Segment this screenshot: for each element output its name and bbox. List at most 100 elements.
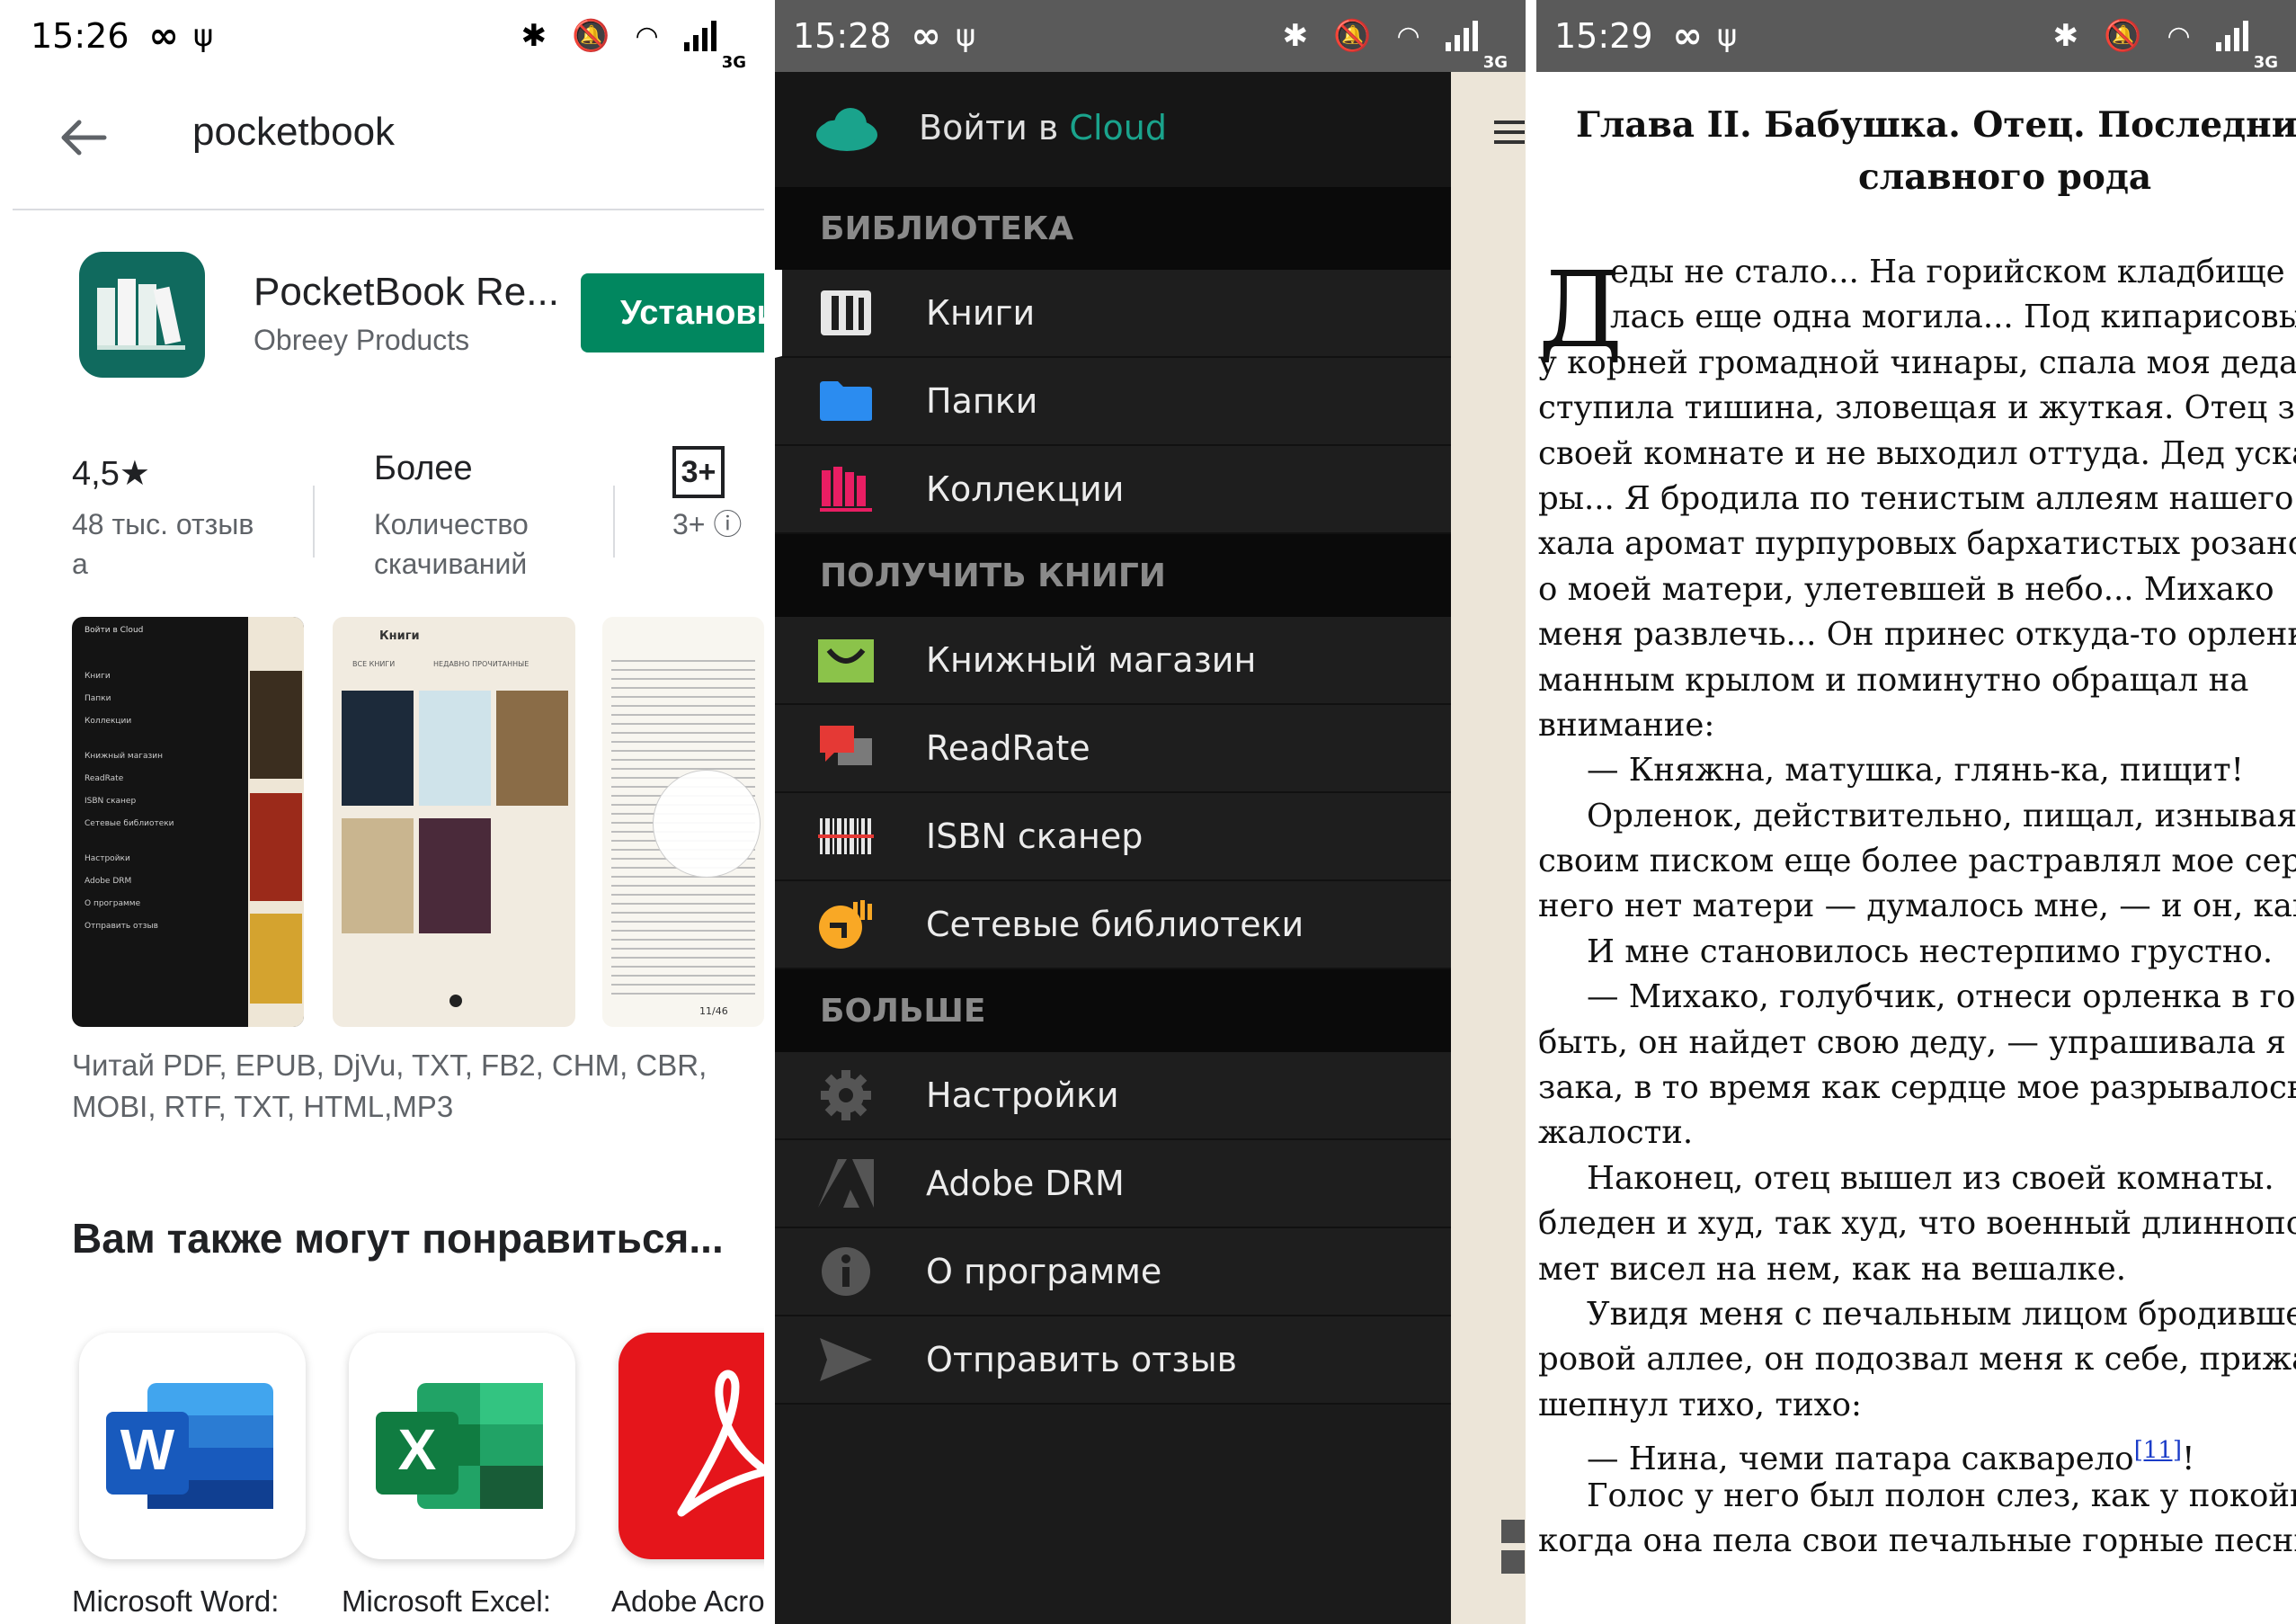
recommendation-label[interactable]: Adobe Acrobat <box>611 1584 764 1619</box>
stat-divider <box>613 486 615 558</box>
books-icon <box>97 279 185 350</box>
menu-item-network-libraries[interactable]: Сетевые библиотеки <box>775 881 1451 969</box>
search-query[interactable]: pocketbook <box>192 110 395 155</box>
text-line: мет висел на нем, как на вешалке. <box>1538 1250 2127 1288</box>
barcode-icon <box>818 818 874 854</box>
text-line: зака, в то время как сердце мое разрывал… <box>1538 1069 2296 1107</box>
scrollbar-handle[interactable] <box>1501 1520 1525 1574</box>
gear-icon <box>821 1070 871 1120</box>
hamburger-menu-icon[interactable] <box>1494 117 1525 147</box>
screenshot-tab: ВСЕ КНИГИ <box>352 660 396 668</box>
screenshot-title: Книги <box>379 629 420 643</box>
downloads-value: Более <box>374 450 473 487</box>
recommendation-label[interactable]: Microsoft Excel: <box>342 1584 551 1619</box>
menu-item-settings[interactable]: Настройки <box>775 1052 1451 1140</box>
footnote-link[interactable]: [11] <box>2134 1437 2182 1464</box>
text-line: меня развлечь... Он принес откуда-то орл… <box>1538 616 2296 654</box>
menu-item-isbn-scanner[interactable]: ISBN сканер <box>775 793 1451 881</box>
menu-item-books[interactable]: Книги <box>775 270 1451 358</box>
text-line: Голос у него был полон слез, как у покой… <box>1587 1477 2296 1514</box>
book-cover <box>496 691 568 806</box>
network-type: 3G <box>2253 53 2278 72</box>
text-line: ры... Я бродила по тенистым аллеям нашег… <box>1538 479 2296 517</box>
downloads-label-line2: скачиваний <box>374 548 528 580</box>
menu-item-adobe-drm[interactable]: Adobe DRM <box>775 1140 1451 1228</box>
cloud-login-label[interactable]: Войти в Cloud <box>919 108 1167 147</box>
screenshot-tab: НЕДАВНО ПРОЧИТАННЫЕ <box>433 660 530 668</box>
pocketbook-app-icon[interactable] <box>79 252 205 378</box>
reviews-count-line2: а <box>72 548 88 580</box>
menu-item-send-feedback[interactable]: Отправить отзыв <box>775 1316 1451 1405</box>
text-line: своим писком еще более растравлял мое се… <box>1538 843 2296 880</box>
excel-app-icon[interactable]: X <box>349 1333 575 1559</box>
menu-item-folders[interactable]: Папки <box>775 358 1451 446</box>
text-line: него нет матери — думалось мне, — и он, … <box>1538 888 2296 925</box>
text-line: жалости. <box>1538 1114 1694 1152</box>
text-line: И мне становилось нестерпимо грустно. <box>1587 932 2274 970</box>
text-line: своей комнате и не выходил оттуда. Дед у… <box>1538 434 2296 472</box>
bluetooth-icon: ✱ <box>1282 18 1309 54</box>
app-screenshot-2[interactable]: Книги ВСЕ КНИГИ НЕДАВНО ПРОЧИТАННЫЕ <box>333 617 575 1027</box>
folder-icon <box>820 381 872 421</box>
collections-icon <box>820 467 872 512</box>
book-text[interactable]: еды не стало... На горийском кладбище ла… <box>1536 250 2296 1564</box>
menu-item-collections[interactable]: Коллекции <box>775 446 1451 534</box>
app-description: Читай PDF, EPUB, DjVu, TXT, FB2, CHM, CB… <box>72 1048 707 1123</box>
word-app-icon[interactable]: W <box>79 1333 306 1559</box>
text-line: о моей матери, улетевшей в небо... Михак… <box>1538 570 2274 608</box>
acrobat-logo-icon <box>677 1370 764 1517</box>
age-rating-label[interactable]: 3+ ⓘ <box>672 504 742 545</box>
recommendation-label[interactable]: Microsoft Word: <box>72 1584 279 1619</box>
section-more: БОЛЬШЕ <box>775 969 1451 1052</box>
cloud-login-row[interactable]: Войти в Cloud <box>775 72 1451 187</box>
usb-icon: ψ <box>1716 18 1738 54</box>
link-icon: ∞ <box>1672 15 1703 57</box>
install-button[interactable]: Установить <box>581 273 764 352</box>
status-time: 15:28 <box>793 16 892 56</box>
age-rating-badge: 3+ <box>672 446 725 498</box>
text-line: лась еще одна могила... Под кипарисовым <box>1610 299 2296 336</box>
text-line: ступила тишина, зловещая и жуткая. Отец … <box>1538 389 2295 427</box>
text-line: — Княжна, матушка, глянь-ка, пищит! <box>1587 752 2244 790</box>
downloads-label-line1: Количество <box>374 508 529 540</box>
navigation-drawer: Войти в Cloud БИБЛИОТЕКА Книги Папки Кол… <box>775 72 1451 1624</box>
app-developer[interactable]: Obreey Products <box>254 324 469 357</box>
text-line: Наконец, отец вышел из своей комнаты. <box>1587 1159 2274 1197</box>
chapter-title: Глава II. Бабушка. Отец. Последний от сл… <box>1576 104 2296 198</box>
network-library-icon <box>819 900 872 949</box>
readrate-icon <box>820 726 872 765</box>
book-cover <box>342 818 414 933</box>
book-reader-panel: 15:29 ∞ ψ ✱ 🔕 ◠ 3G Глава II. Бабушка. От… <box>1536 0 2296 1624</box>
text-line: манным крылом и поминутно обращал на <box>1538 661 2249 699</box>
text-line: ровой аллее, он подозвал меня к себе, пр… <box>1538 1341 2296 1379</box>
svg-text:X: X <box>398 1417 437 1482</box>
network-type: 3G <box>1482 53 1508 72</box>
menu-item-book-store[interactable]: Книжный магазин <box>775 617 1451 705</box>
mute-icon: 🔕 <box>1333 18 1372 54</box>
menu-item-about[interactable]: О программе <box>775 1228 1451 1316</box>
text-line: внимание: <box>1538 706 1715 744</box>
app-screenshot-3[interactable]: 11/46 <box>602 617 764 1027</box>
status-time: 15:29 <box>1554 16 1653 56</box>
reader-drawer-panel: 15:28 ∞ ψ ✱ 🔕 ◠ 3G Войти в Cloud БИБЛИОТ… <box>775 0 1526 1624</box>
screenshot-cover <box>250 671 302 779</box>
screenshot-cover <box>250 793 302 901</box>
status-bar: 15:26 ∞ ψ ✱ 🔕 ◠ 3G <box>0 0 764 72</box>
text-line: шепнул тихо, тихо: <box>1538 1386 1862 1423</box>
app-title[interactable]: PocketBook Re... <box>254 270 559 315</box>
reader-background-edge <box>1451 72 1526 1624</box>
usb-icon: ψ <box>955 18 976 54</box>
back-arrow-icon[interactable] <box>58 115 108 160</box>
acrobat-app-icon[interactable] <box>618 1333 764 1559</box>
reviews-count-line1: 48 тыс. отзыв <box>72 508 254 540</box>
status-bar: 15:28 ∞ ψ ✱ 🔕 ◠ 3G <box>775 0 1526 72</box>
mute-icon: 🔕 <box>572 18 610 54</box>
adobe-icon <box>818 1159 874 1208</box>
screenshot-page-number: 11/46 <box>699 1005 728 1017</box>
menu-item-readrate[interactable]: ReadRate <box>775 705 1451 793</box>
status-bar: 15:29 ∞ ψ ✱ 🔕 ◠ 3G <box>1536 0 2296 72</box>
recommendations-title[interactable]: Вам также могут понравиться... <box>72 1214 724 1263</box>
shopping-bag-icon <box>818 639 874 683</box>
app-screenshot-1[interactable]: Войти в Cloud Книги Папки Коллекции Книж… <box>72 617 304 1027</box>
text-line: — Нина, чеми патара сакварело[11]! <box>1587 1437 2195 1477</box>
